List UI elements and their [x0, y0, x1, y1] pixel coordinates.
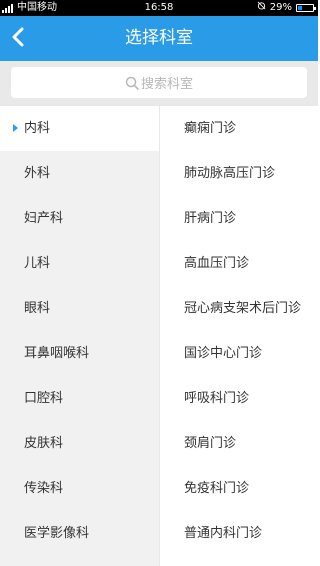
department-label: 口腔科: [24, 391, 64, 406]
battery-level: [298, 6, 302, 10]
department-item-obstetrics[interactable]: 妇产科: [0, 196, 159, 241]
department-item-ophthalmology[interactable]: 眼科: [0, 286, 159, 331]
department-label: 儿科: [24, 256, 51, 271]
alarm-off-icon: [257, 0, 266, 16]
department-label: 内科: [24, 121, 51, 136]
clinic-item[interactable]: 普通内科门诊: [160, 511, 318, 556]
selected-arrow-icon: [13, 124, 18, 132]
department-label: 皮肤科: [24, 436, 64, 451]
clinic-item[interactable]: 肝病门诊: [160, 196, 318, 241]
department-label: 外科: [24, 166, 51, 181]
department-item-imaging[interactable]: 医学影像科: [0, 511, 159, 556]
department-label: 耳鼻咽喉科: [24, 346, 90, 361]
clinic-item[interactable]: 冠心病支架术后门诊: [160, 286, 318, 331]
status-bar: 中国移动 16:58 29%: [0, 0, 318, 16]
department-item-dermatology[interactable]: 皮肤科: [0, 421, 159, 466]
department-item-surgery[interactable]: 外科: [0, 151, 159, 196]
department-label: 眼科: [24, 301, 51, 316]
clinic-item[interactable]: 肺动脉高压门诊: [160, 151, 318, 196]
department-label: 传染科: [24, 481, 64, 496]
header-bar: 选择科室: [0, 16, 318, 61]
department-item-ent[interactable]: 耳鼻咽喉科: [0, 331, 159, 376]
search-input[interactable]: 搜索科室: [11, 67, 307, 98]
department-item-dental[interactable]: 口腔科: [0, 376, 159, 421]
clinic-item[interactable]: 国诊中心门诊: [160, 331, 318, 376]
clinic-item[interactable]: 免疫科门诊: [160, 466, 318, 511]
clinic-item[interactable]: 颈肩门诊: [160, 421, 318, 466]
department-label: 妇产科: [24, 211, 64, 226]
page-title: 选择科室: [125, 28, 193, 48]
clinic-item[interactable]: 高血压门诊: [160, 241, 318, 286]
search-bar: 搜索科室: [0, 61, 318, 106]
screen: 中国移动 16:58 29% 选择科室 搜索科室 内科 外科 妇产科 儿科 眼科…: [0, 0, 318, 566]
clinic-item[interactable]: 癫痫门诊: [160, 106, 318, 151]
clinic-item[interactable]: 呼吸科门诊: [160, 376, 318, 421]
department-item-internal[interactable]: 内科: [0, 106, 159, 151]
clinic-list: 癫痫门诊 肺动脉高压门诊 肝病门诊 高血压门诊 冠心病支架术后门诊 国诊中心门诊…: [159, 106, 318, 566]
department-item-pediatrics[interactable]: 儿科: [0, 241, 159, 286]
battery-icon: [296, 4, 316, 12]
search-placeholder: 搜索科室: [140, 77, 193, 92]
department-item-infectious[interactable]: 传染科: [0, 466, 159, 511]
department-list: 内科 外科 妇产科 儿科 眼科 耳鼻咽喉科 口腔科 皮肤科 传染科 医学影像科: [0, 106, 159, 566]
department-label: 医学影像科: [24, 526, 90, 541]
status-right: 29%: [257, 0, 316, 16]
search-icon: [125, 76, 139, 90]
battery-percent: 29%: [269, 2, 292, 13]
